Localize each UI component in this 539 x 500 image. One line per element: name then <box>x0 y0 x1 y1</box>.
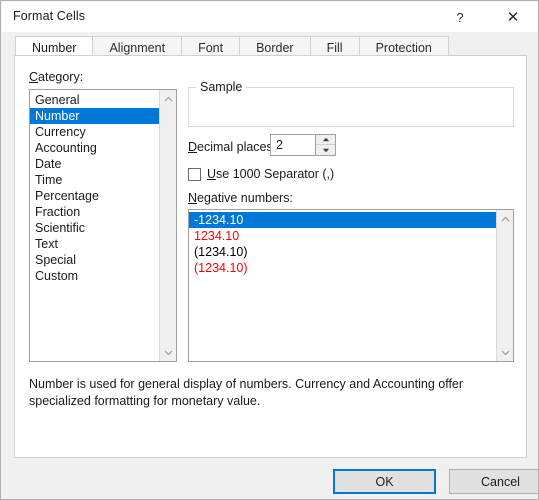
decimal-places-label: Decimal places: <box>188 140 277 154</box>
list-item[interactable]: Custom <box>30 268 159 284</box>
list-item[interactable]: Percentage <box>30 188 159 204</box>
chevron-down-icon[interactable] <box>497 344 513 361</box>
help-button[interactable]: ? <box>438 2 482 32</box>
title-bar: Format Cells ? ✕ <box>2 2 538 32</box>
list-item[interactable]: Text <box>30 236 159 252</box>
list-item[interactable]: Currency <box>30 124 159 140</box>
list-item[interactable]: Special <box>30 252 159 268</box>
spinner-down-arrow-icon[interactable] <box>316 145 335 155</box>
question-mark-icon: ? <box>456 9 464 25</box>
chevron-up-icon[interactable] <box>160 90 176 107</box>
close-icon: ✕ <box>506 9 520 26</box>
list-item[interactable]: (1234.10) <box>189 260 496 276</box>
category-scrollbar[interactable] <box>159 90 176 361</box>
chevron-up-icon[interactable] <box>497 210 513 227</box>
list-item[interactable]: Time <box>30 172 159 188</box>
list-item[interactable]: Date <box>30 156 159 172</box>
negative-numbers-items: -1234.10 1234.10 (1234.10) (1234.10) <box>189 210 496 276</box>
decimal-places-spinner[interactable]: 2 <box>270 134 336 156</box>
chevron-down-icon[interactable] <box>160 344 176 361</box>
list-item[interactable]: Number <box>30 108 159 124</box>
decimal-places-input[interactable]: 2 <box>271 135 315 155</box>
use-1000-separator-label: Use 1000 Separator (,) <box>207 167 335 181</box>
list-item[interactable]: (1234.10) <box>189 244 496 260</box>
category-list-items: General Number Currency Accounting Date … <box>30 90 159 284</box>
format-cells-dialog: Format Cells ? ✕ Number Alignment Font B… <box>0 0 539 500</box>
spinner-buttons <box>315 135 335 155</box>
negative-numbers-label: Negative numbers: <box>188 191 293 205</box>
category-listbox[interactable]: General Number Currency Accounting Date … <box>29 89 177 362</box>
list-item[interactable]: Fraction <box>30 204 159 220</box>
category-label: Category: <box>29 70 84 84</box>
number-tab-panel: Category: General Number Currency Accoun… <box>14 55 527 458</box>
negative-numbers-listbox[interactable]: -1234.10 1234.10 (1234.10) (1234.10) <box>188 209 514 362</box>
checkbox-box[interactable] <box>188 167 201 181</box>
negative-numbers-scrollbar[interactable] <box>496 210 513 361</box>
ok-button[interactable]: OK <box>333 469 436 494</box>
sample-legend: Sample <box>196 80 247 94</box>
list-item[interactable]: Scientific <box>30 220 159 236</box>
cancel-button[interactable]: Cancel <box>449 469 538 494</box>
list-item[interactable]: -1234.10 <box>189 212 496 228</box>
category-description: Number is used for general display of nu… <box>29 377 464 408</box>
list-item[interactable]: 1234.10 <box>189 228 496 244</box>
dialog-title: Format Cells <box>13 9 86 23</box>
close-button[interactable]: ✕ <box>491 2 535 32</box>
list-item[interactable]: Accounting <box>30 140 159 156</box>
list-item[interactable]: General <box>30 92 159 108</box>
spinner-up-arrow-icon[interactable] <box>316 135 335 145</box>
use-1000-separator-checkbox[interactable]: Use 1000 Separator (,) <box>188 166 334 182</box>
